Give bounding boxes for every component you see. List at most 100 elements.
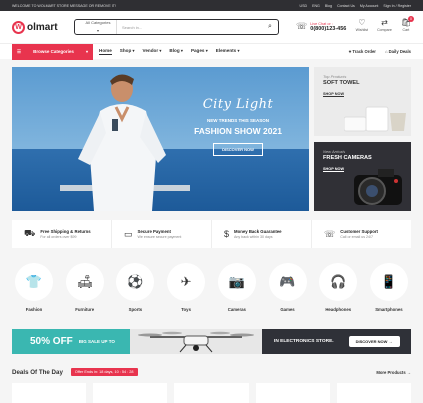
nav-shop[interactable]: Shop ▾ [120,48,135,55]
deal-card[interactable] [93,383,168,403]
search-icon[interactable]: ⌕ [262,20,278,34]
deals-title: Deals Of The Day [12,368,63,376]
menu-icon: ☰ [17,48,22,54]
towel-image [344,106,406,132]
hero-model-image [60,74,190,211]
nav-home[interactable]: Home [99,48,112,55]
money-icon: $ [224,229,230,239]
deal-card[interactable] [336,383,412,403]
chevron-down-icon: ▾ [237,48,240,53]
category-fashion[interactable]: 👕 Fashion [14,263,54,312]
heart-icon: ♡ [358,18,366,27]
headphones-icon: 🎧 [319,263,358,301]
category-smartphones[interactable]: 📱 Smartphones [369,263,409,312]
feature-payment: ▭ Secure Payment We ensure secure payment [112,220,212,248]
sofa-icon: 🛋 [65,263,104,301]
currency-select[interactable]: USD [299,4,307,8]
hero-title: FASHION SHOW 2021 [194,126,282,136]
contact-info: ☏ Live Chat or : 0(800)123-456 [296,21,346,32]
browse-categories-button[interactable]: ☰ Browse Categories ▾ [12,43,93,60]
category-sports[interactable]: ⚽ Sports [115,263,155,312]
sale-banner[interactable]: 50% OFF BIG SALE UP TO IN ELECTRONICS ST… [12,329,411,354]
chevron-down-icon: ▾ [85,49,88,54]
top-bar: WELCOME TO WOLMART STORE MESSAGE OR REMO… [0,0,423,11]
category-list: 👕 Fashion 🛋 Furniture ⚽ Sports ✈ Toys 📷 Camer… [12,263,411,312]
chevron-down-icon: ▾ [159,48,162,53]
logo-mark: W [12,20,25,34]
ball-icon: ⚽ [116,263,155,301]
category-furniture[interactable]: 🛋 Furniture [65,263,105,312]
welcome-message: WELCOME TO WOLMART STORE MESSAGE OR REMO… [12,3,116,8]
deal-card[interactable] [255,383,330,403]
arrow-right-icon: → [388,339,393,344]
cart-count-badge: 0 [408,16,414,22]
daily-deals-link[interactable]: ⌂ Daily Deals [385,49,411,54]
logo-text: olmart [27,21,58,33]
category-games[interactable]: 🎮 Games [268,263,308,312]
search-bar: All Categories ▾ Search in... ⌕ [74,19,279,35]
camera-image [354,169,402,205]
promo-title: FRESH CAMERAS [323,155,372,161]
support-icon: ☏ [324,228,336,239]
promo-title: SOFT TOWEL [323,80,360,86]
topbar-link-account[interactable]: My Account [360,4,379,8]
banner-percent: 50% OFF [30,336,73,347]
compare-button[interactable]: ⇄ Compare [377,18,392,32]
promo-shop-link[interactable]: SHOP NOW [323,92,345,97]
contact-phone[interactable]: 0(800)123-456 [310,26,346,32]
hero-discover-button[interactable]: DISCOVER NOW [213,143,263,156]
phone-icon: ☏ [296,21,308,31]
nav-elements[interactable]: Elements ▾ [216,48,240,55]
tag-icon: ⌂ [384,49,388,54]
wishlist-button[interactable]: ♡ Wishlist [356,18,368,32]
track-order-link[interactable]: ⌖ Track Order [349,49,376,54]
nav-blog[interactable]: Blog ▾ [169,48,183,55]
promo-tag: New Arrivals [323,149,346,154]
header: W olmart All Categories ▾ Search in... ⌕ … [0,11,423,43]
payment-icon: ▭ [124,228,133,239]
more-products-link[interactable]: More Products → [376,370,411,375]
location-icon: ⌖ [348,49,352,54]
logo[interactable]: W olmart [12,20,76,34]
category-cameras[interactable]: 📷 Cameras [217,263,257,312]
shirt-icon: 👕 [15,263,53,301]
banner-sale-text: BIG SALE UP TO [78,338,115,344]
promo-shop-link[interactable]: SHOP NOW [323,167,345,172]
cart-button[interactable]: 🛍 Cart 0 [401,16,414,32]
banner-discover-button[interactable]: DISCOVER NOW → [348,336,400,347]
topbar-link-signin[interactable]: Sign In / Register [383,4,411,8]
category-toys[interactable]: ✈ Toys [166,263,206,312]
hero-text: City Light NEW TRENDS THIS SEASON FASHIO… [188,97,288,156]
deal-card[interactable] [12,383,87,403]
feature-shipping: ⛟ Free Shipping & Returns For all orders o… [12,220,112,248]
topbar-link-blog[interactable]: Blog [325,4,332,8]
truck-icon: ⛟ [24,228,36,238]
smartphone-icon: 📱 [369,263,408,301]
drone-image [130,329,262,354]
hero-script-title: City Light [202,97,274,112]
promo-tag: Top Products [323,74,347,79]
toy-plane-icon: ✈ [167,263,206,301]
deals-header: Deals Of The Day Offer Ends in: 18 days,… [12,368,411,376]
gamepad-icon: 🎮 [268,263,307,301]
feature-support: ☏ Customer Support Call or email us 24/7 [324,228,378,240]
topbar-link-contact[interactable]: Contact Us [337,4,355,8]
deal-card[interactable] [174,383,249,403]
search-input[interactable]: Search in... [117,25,262,30]
banner-store-text: IN ELECTRONICS STORE. [274,339,334,344]
language-select[interactable]: ENG [312,4,320,8]
nav-vendor[interactable]: Vendor ▾ [143,48,162,55]
deals-countdown: Offer Ends in: 18 days, 10 : 54 : 28 [70,368,138,376]
camera-icon: 📷 [217,263,256,301]
features-bar: ⛟ Free Shipping & Returns For all orders o… [12,220,411,248]
search-category-select[interactable]: All Categories ▾ [75,20,117,34]
promo-soft-towel[interactable]: Top Products SOFT TOWEL SHOP NOW [314,67,411,136]
compare-icon: ⇄ [381,18,388,27]
main-nav: ☰ Browse Categories ▾ Home Shop ▾ Vendor ▾… [0,43,423,60]
category-headphones[interactable]: 🎧 Headphones [318,263,358,312]
nav-pages[interactable]: Pages ▾ [191,48,208,55]
promo-fresh-cameras[interactable]: New Arrivals FRESH CAMERAS SHOP NOW [314,142,411,211]
chevron-down-icon: ▾ [96,28,99,33]
hero-slider[interactable]: City Light NEW TRENDS THIS SEASON FASHIO… [12,67,309,211]
chevron-down-icon: ▾ [180,48,183,53]
